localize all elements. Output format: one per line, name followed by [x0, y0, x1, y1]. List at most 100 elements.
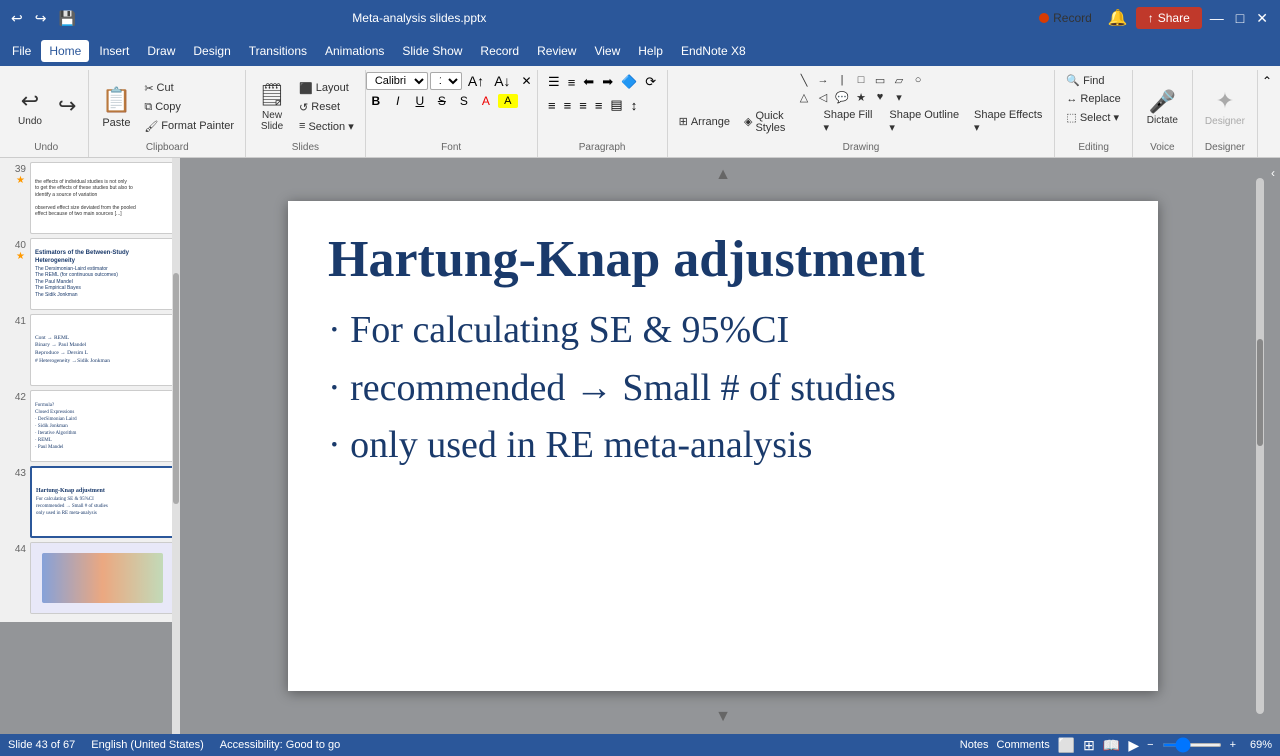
- slide-thumb-42[interactable]: 42 ★ Formula? Closed Expressions · DerSi…: [4, 390, 175, 462]
- canvas-scrollbar-thumb[interactable]: [1257, 339, 1263, 446]
- comments-button[interactable]: Comments: [997, 739, 1050, 751]
- menu-animations[interactable]: Animations: [317, 40, 392, 62]
- heart-shape[interactable]: ♥: [871, 89, 889, 105]
- layout-button[interactable]: ⬛ Layout: [294, 80, 359, 97]
- slide-thumbnail-43[interactable]: Hartung-Knap adjustment For calculating …: [30, 466, 175, 538]
- normal-view-btn[interactable]: ⬜: [1058, 737, 1075, 754]
- bold-button[interactable]: B: [366, 93, 386, 109]
- slide-sorter-btn[interactable]: ⊞: [1083, 737, 1095, 754]
- reading-view-btn[interactable]: 📖: [1103, 737, 1120, 754]
- menu-insert[interactable]: Insert: [91, 40, 137, 62]
- zoom-slider[interactable]: [1162, 743, 1222, 747]
- close-button[interactable]: ✕: [1252, 8, 1272, 29]
- notes-button[interactable]: Notes: [960, 739, 989, 751]
- shape-outline-button[interactable]: Shape Outline ▾: [884, 107, 965, 136]
- underline-button[interactable]: U: [410, 93, 430, 109]
- section-button[interactable]: ≡ Section ▾: [294, 118, 359, 135]
- reset-button[interactable]: ↺ Reset: [294, 99, 359, 116]
- arrow-shape[interactable]: →: [814, 72, 832, 88]
- parallelogram-shape[interactable]: ▱: [890, 72, 908, 88]
- slide-thumb-40[interactable]: 40 ★ Estimators of the Between-Study Het…: [4, 238, 175, 310]
- slide-panel-scrollbar[interactable]: [172, 158, 180, 734]
- slide-thumbnail-40[interactable]: Estimators of the Between-Study Heteroge…: [30, 238, 175, 310]
- justify-btn[interactable]: ≡: [592, 96, 606, 115]
- replace-button[interactable]: ↔ Replace: [1061, 91, 1125, 107]
- designer-button[interactable]: ✦ Designer: [1199, 84, 1251, 131]
- maximize-button[interactable]: □: [1232, 8, 1248, 28]
- rect-shape[interactable]: □: [852, 72, 870, 88]
- slide-thumbnail-39[interactable]: the effects of individual studies is not…: [30, 162, 175, 234]
- oval-shape[interactable]: ○: [909, 72, 927, 88]
- down-chevron-icon[interactable]: ▼: [713, 706, 733, 727]
- decrease-indent-btn[interactable]: ⬅: [580, 72, 597, 92]
- undo-button[interactable]: ↩ Undo: [10, 84, 50, 131]
- menu-draw[interactable]: Draw: [139, 40, 183, 62]
- menu-view[interactable]: View: [586, 40, 628, 62]
- increase-font-btn[interactable]: A↑: [464, 72, 488, 90]
- find-button[interactable]: 🔍 Find: [1061, 72, 1109, 89]
- font-color-btn[interactable]: A: [476, 93, 496, 109]
- strikethrough-button[interactable]: S: [432, 93, 452, 109]
- menu-endnote[interactable]: EndNote X8: [673, 40, 754, 62]
- up-chevron-icon[interactable]: ▲: [713, 164, 733, 185]
- menu-help[interactable]: Help: [630, 40, 671, 62]
- menu-transitions[interactable]: Transitions: [241, 40, 315, 62]
- highlight-btn[interactable]: A: [498, 94, 518, 108]
- menu-design[interactable]: Design: [185, 40, 238, 62]
- menu-file[interactable]: File: [4, 40, 39, 62]
- slide-thumb-44[interactable]: 44 ★: [4, 542, 175, 614]
- menu-slideshow[interactable]: Slide Show: [394, 40, 470, 62]
- slide-thumbnail-42[interactable]: Formula? Closed Expressions · DerSimonia…: [30, 390, 175, 462]
- callout-shape[interactable]: 💬: [833, 89, 851, 105]
- more-shapes[interactable]: ▾: [890, 89, 908, 105]
- new-slide-button[interactable]: 🗒 New Slide: [252, 78, 292, 136]
- slide-thumb-43[interactable]: 43 ★ Hartung-Knap adjustment For calcula…: [4, 466, 175, 538]
- copy-button[interactable]: ⧉Copy: [139, 99, 239, 116]
- font-family-select[interactable]: Calibri: [366, 72, 428, 90]
- text-direction-btn[interactable]: ⟳: [642, 72, 659, 92]
- line-shape[interactable]: ╲: [795, 72, 813, 88]
- menu-review[interactable]: Review: [529, 40, 584, 62]
- select-button[interactable]: ⬚ Select ▾: [1061, 109, 1124, 126]
- format-painter-button[interactable]: 🖌Format Painter: [139, 118, 239, 135]
- zoom-out-btn[interactable]: −: [1147, 739, 1153, 751]
- scroll-down-arrow[interactable]: ▼: [713, 708, 733, 726]
- italic-button[interactable]: I: [388, 93, 408, 109]
- slide-thumbnail-41[interactable]: Cont → REML Binary → Paul Mandel Reprodu…: [30, 314, 175, 386]
- minimize-button[interactable]: —: [1206, 8, 1228, 28]
- arrange-button[interactable]: ⊞ Arrange: [674, 113, 735, 130]
- clear-format-btn[interactable]: ✕: [517, 73, 537, 89]
- columns-btn[interactable]: ▤: [607, 95, 625, 115]
- paste-button[interactable]: 📋 Paste: [95, 82, 137, 133]
- slide-thumb-39[interactable]: 39 ★ the effects of individual studies i…: [4, 162, 175, 234]
- font-size-select[interactable]: 18: [430, 72, 462, 90]
- record-button[interactable]: Record: [1031, 7, 1100, 29]
- share-button[interactable]: ↑ Share: [1136, 7, 1202, 29]
- collapse-ribbon-btn[interactable]: ⌃: [1258, 70, 1276, 92]
- align-right-btn[interactable]: ≡: [576, 96, 590, 115]
- shape-effects-button[interactable]: Shape Effects ▾: [969, 107, 1048, 136]
- right-collapse-btn[interactable]: ‹: [1271, 166, 1275, 180]
- star-shape[interactable]: ★: [852, 89, 870, 105]
- dictate-button[interactable]: 🎤 Dictate: [1139, 85, 1186, 130]
- tri-shape[interactable]: △: [795, 89, 813, 105]
- convert-smartart-btn[interactable]: 🔷: [618, 72, 640, 92]
- numbering-button[interactable]: ≡: [565, 73, 579, 92]
- shadow-button[interactable]: S: [454, 93, 474, 109]
- redo-button[interactable]: ↪: [52, 89, 82, 125]
- decrease-font-btn[interactable]: A↓: [490, 72, 514, 90]
- shape-fill-button[interactable]: Shape Fill ▾: [819, 107, 881, 136]
- menu-home[interactable]: Home: [41, 40, 89, 62]
- slideshow-btn[interactable]: ▶: [1128, 737, 1139, 754]
- line-spacing-btn[interactable]: ↕: [628, 96, 641, 115]
- line2-shape[interactable]: |: [833, 72, 851, 88]
- align-left-btn[interactable]: ≡: [545, 96, 559, 115]
- slide-thumbnail-44[interactable]: [30, 542, 175, 614]
- slide-thumb-41[interactable]: 41 ★ Cont → REML Binary → Paul Mandel Re…: [4, 314, 175, 386]
- quick-save-btn[interactable]: 💾: [55, 10, 78, 27]
- menu-record[interactable]: Record: [472, 40, 527, 62]
- rect2-shape[interactable]: ▭: [871, 72, 889, 88]
- bullets-button[interactable]: ☰: [545, 72, 563, 92]
- align-center-btn[interactable]: ≡: [561, 96, 575, 115]
- zoom-in-btn[interactable]: +: [1230, 739, 1236, 751]
